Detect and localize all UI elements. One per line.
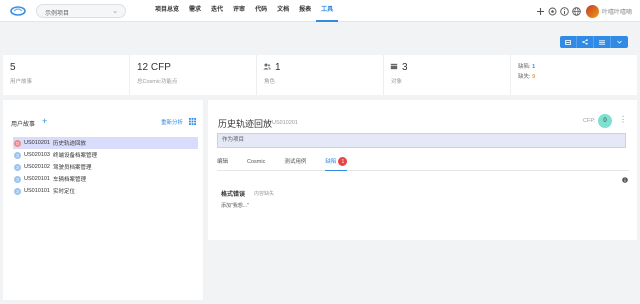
missing-label: 缺失: bbox=[518, 74, 531, 80]
panel-title: 用户故事 bbox=[11, 122, 36, 128]
nav-item-review[interactable]: 评审 bbox=[228, 0, 250, 22]
tab-edit[interactable]: 编辑 bbox=[217, 156, 228, 171]
username[interactable]: 叶嘻叶嘻嘀 bbox=[602, 7, 632, 16]
story-code: US010101 bbox=[24, 188, 50, 194]
tab-test-cases[interactable]: 测试用例 bbox=[284, 156, 306, 171]
reanalyze-link[interactable]: 重新分析 bbox=[161, 118, 183, 126]
defect-count-badge: 1 bbox=[338, 157, 348, 167]
defect-note: 添加"我想..." bbox=[221, 203, 249, 209]
tab-defects[interactable]: 缺陷 1 bbox=[325, 156, 348, 171]
stat-label: 角色 bbox=[264, 79, 276, 85]
cfp-count-badge: 3 bbox=[14, 187, 21, 195]
story-detail-panel: 历史轨迹回放 US010201 CFP: 0 ⋮ 作为项目 编辑 Cosmic … bbox=[208, 100, 637, 240]
cfp-count-badge: 3 bbox=[14, 163, 21, 171]
nav-item-code[interactable]: 代码 bbox=[250, 0, 272, 22]
story-name: 历史轨迹回放 bbox=[53, 141, 87, 147]
story-list: 0 US010201 历史轨迹回放 3 US020103 终端设备档案管理 3 … bbox=[13, 137, 198, 197]
stat-roles: 1 角色 bbox=[257, 55, 384, 95]
missing-value: 9 bbox=[532, 74, 536, 80]
dropdown-button[interactable] bbox=[611, 36, 628, 48]
nav-item-overview[interactable]: 项目总览 bbox=[150, 0, 184, 22]
stat-label: 总Cosmic功能点 bbox=[137, 79, 178, 85]
globe-icon[interactable] bbox=[572, 6, 581, 16]
detail-tabs: 编辑 Cosmic 测试用例 缺陷 1 bbox=[217, 156, 629, 171]
plus-icon[interactable] bbox=[536, 7, 545, 16]
project-selector[interactable]: 示例项目 ⌄ bbox=[36, 4, 126, 18]
story-name: 实时定位 bbox=[53, 189, 76, 195]
card-icon bbox=[565, 39, 571, 45]
story-name: 车辆档案管理 bbox=[53, 177, 87, 183]
project-selector-value: 示例项目 bbox=[45, 11, 70, 17]
settings-icon[interactable] bbox=[548, 7, 557, 16]
nav-item-requirements[interactable]: 需求 bbox=[184, 0, 206, 22]
nav-item-tools[interactable]: 工具 bbox=[316, 0, 339, 22]
stat-value: 12 CFP bbox=[137, 62, 171, 73]
view-button-group bbox=[560, 36, 628, 48]
logo-icon[interactable] bbox=[10, 6, 26, 16]
info-icon[interactable] bbox=[560, 6, 569, 16]
stat-label: 对象 bbox=[391, 79, 403, 85]
box-icon bbox=[390, 63, 398, 70]
cfp-count-badge: 3 bbox=[14, 151, 21, 159]
share-icon bbox=[582, 39, 588, 45]
tab-cosmic[interactable]: Cosmic bbox=[247, 156, 265, 171]
defect-row: 缺陷: 1 bbox=[518, 62, 535, 70]
story-name: 终端设备档案管理 bbox=[53, 153, 98, 159]
story-code: US020103 bbox=[24, 152, 50, 158]
stat-cosmic-points: 12 CFP 总Cosmic功能点 bbox=[130, 55, 257, 95]
defect-label: 缺陷: bbox=[518, 64, 531, 70]
stats-bar: 5 用户故事 12 CFP 总Cosmic功能点 1 角色 3 对象 缺陷: 1… bbox=[3, 55, 637, 95]
more-icon[interactable]: ⋮ bbox=[619, 115, 627, 124]
nav-item-iterations[interactable]: 迭代 bbox=[206, 0, 228, 22]
story-code: US010201 bbox=[272, 120, 298, 126]
story-title: 历史轨迹回放 bbox=[218, 119, 273, 129]
defect-value: 1 bbox=[532, 64, 536, 70]
chevron-down-icon bbox=[617, 40, 622, 44]
card-view-button[interactable] bbox=[560, 36, 577, 48]
stat-defects: 缺陷: 1 缺失: 9 bbox=[511, 55, 637, 95]
avatar[interactable] bbox=[585, 4, 599, 18]
users-icon bbox=[263, 63, 271, 70]
defect-subtitle: 内容缺失 bbox=[254, 191, 275, 197]
nav-item-reports[interactable]: 报表 bbox=[294, 0, 316, 22]
list-item[interactable]: 3 US020101 车辆档案管理 bbox=[13, 173, 198, 185]
story-code: US020102 bbox=[24, 164, 50, 170]
add-story-button[interactable]: + bbox=[42, 116, 47, 126]
stat-objects: 3 对象 bbox=[384, 55, 511, 95]
header-actions: 叶嘻叶嘻嘀 bbox=[536, 0, 640, 22]
list-item[interactable]: 3 US020103 终端设备档案管理 bbox=[13, 149, 198, 161]
list-item[interactable]: 0 US010201 历史轨迹回放 bbox=[13, 137, 198, 149]
tab-label: 缺陷 bbox=[325, 159, 337, 165]
list-icon bbox=[599, 39, 605, 45]
story-code: US010201 bbox=[24, 140, 50, 146]
stat-value: 1 bbox=[275, 62, 281, 73]
story-name: 驾驶员档案管理 bbox=[53, 165, 92, 171]
stat-user-stories: 5 用户故事 bbox=[3, 55, 130, 95]
list-view-button[interactable] bbox=[594, 36, 611, 48]
chevron-down-icon: ⌄ bbox=[112, 8, 118, 15]
cfp-label: CFP: bbox=[583, 118, 596, 124]
share-button[interactable] bbox=[577, 36, 594, 48]
stat-value: 3 bbox=[402, 62, 408, 73]
defect-title: 格式错误 bbox=[221, 192, 246, 198]
role-text-box[interactable]: 作为项目 bbox=[217, 133, 626, 148]
top-navigation-bar: 示例项目 ⌄ 项目总览 需求 迭代 评审 代码 文档 报表 工具 叶嘻叶嘻嘀 bbox=[0, 0, 640, 22]
missing-row: 缺失: 9 bbox=[518, 72, 535, 80]
list-item[interactable]: 3 US020102 驾驶员档案管理 bbox=[13, 161, 198, 173]
cfp-badge: 0 bbox=[598, 114, 612, 128]
user-story-panel: 用户故事 + 重新分析 0 US010201 历史轨迹回放 3 US020103… bbox=[3, 100, 203, 300]
grid-icon[interactable] bbox=[189, 118, 196, 125]
list-item[interactable]: 3 US010101 实时定位 bbox=[13, 185, 198, 197]
info-icon[interactable] bbox=[622, 177, 628, 185]
toolbar bbox=[0, 22, 640, 54]
nav-item-docs[interactable]: 文档 bbox=[272, 0, 294, 22]
story-code: US020101 bbox=[24, 176, 50, 182]
stat-label: 用户故事 bbox=[10, 79, 33, 85]
stat-value: 5 bbox=[10, 62, 16, 73]
cfp-count-badge: 3 bbox=[14, 175, 21, 183]
cfp-count-badge: 0 bbox=[14, 139, 21, 147]
main-nav: 项目总览 需求 迭代 评审 代码 文档 报表 工具 bbox=[150, 0, 339, 22]
